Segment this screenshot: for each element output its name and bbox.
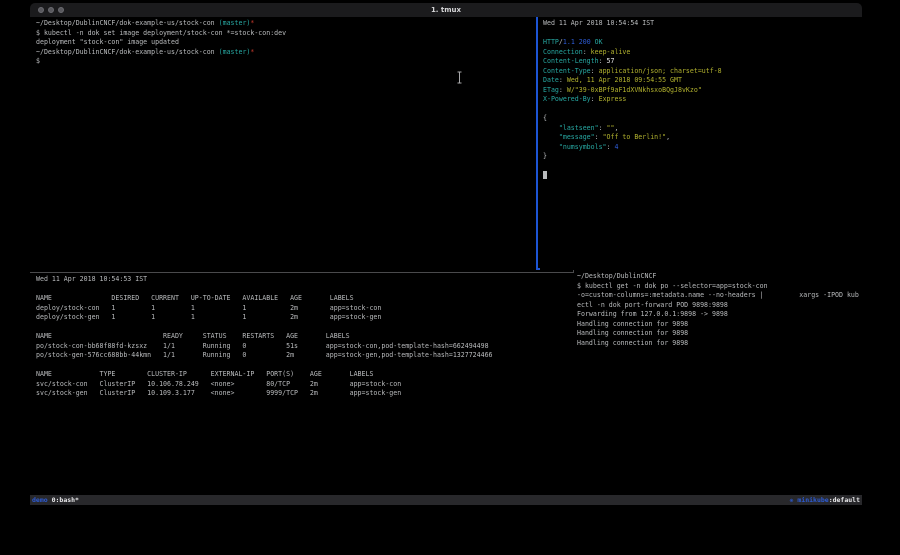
- terminal-line: po/stock-gen-576cc688bb-44kmn 1/1 Runnin…: [36, 351, 579, 361]
- terminal-line: deploy/stock-gen 1 1 1 1 2m app=stock-ge…: [36, 313, 579, 323]
- terminal-line: ~/Desktop/DublinCNCF/dok-example-us/stoc…: [36, 19, 542, 29]
- status-right: ❋ minikube:default: [790, 495, 862, 505]
- terminal-line: Wed 11 Apr 2018 10:54:54 IST: [543, 19, 865, 29]
- pane-port-forward[interactable]: ~/Desktop/DublinCNCF$ kubectl get -n dok…: [575, 270, 864, 497]
- terminal-line: [36, 323, 579, 333]
- pane-kubectl-get[interactable]: Wed 11 Apr 2018 10:54:53 IST NAME DESIRE…: [30, 273, 579, 497]
- terminal-line: Handling connection for 9898: [577, 339, 864, 349]
- terminal-window: 1. tmux ~/Desktop/DublinCNCF/dok-example…: [30, 3, 862, 505]
- terminal-line: Content-Length: 57: [543, 57, 865, 67]
- kube-namespace: :default: [829, 496, 860, 504]
- pane-border-active-vertical: [536, 17, 538, 270]
- terminal-line: ETag: W/"39-0xBPf9aF1dXVNkhsxoBQgJ8vKzo": [543, 86, 865, 96]
- terminal-line: svc/stock-con ClusterIP 10.106.78.249 <n…: [36, 380, 579, 390]
- terminal-line: [543, 29, 865, 39]
- terminal-line: [543, 162, 865, 172]
- terminal-line: [543, 171, 865, 181]
- kube-context: minikube: [797, 496, 828, 504]
- terminal-line: [543, 105, 865, 115]
- status-left: demo 0:bash*: [30, 495, 79, 505]
- desktop: 1. tmux ~/Desktop/DublinCNCF/dok-example…: [0, 0, 900, 555]
- terminal-line: -o=custom-columns=:metadata.name --no-he…: [577, 291, 864, 301]
- terminal-line: Content-Type: application/json; charset=…: [543, 67, 865, 77]
- terminal-line: ~/Desktop/DublinCNCF: [577, 272, 864, 282]
- terminal-line: ectl -n dok port-forward POD 9898:9898: [577, 301, 864, 311]
- terminal-line: Connection: keep-alive: [543, 48, 865, 58]
- terminal-line: svc/stock-gen ClusterIP 10.109.3.177 <no…: [36, 389, 579, 399]
- terminal-line: "numsymbols": 4: [543, 143, 865, 153]
- terminal-line: po/stock-con-bb68f88fd-kzsxz 1/1 Running…: [36, 342, 579, 352]
- terminal-line: [36, 285, 579, 295]
- terminal-line: {: [543, 114, 865, 124]
- terminal-line: deployment "stock-con" image updated: [36, 38, 542, 48]
- terminal-line: Date: Wed, 11 Apr 2018 09:54:55 GMT: [543, 76, 865, 86]
- window-title: 1. tmux: [30, 3, 862, 17]
- tmux-status-bar: demo 0:bash* ❋ minikube:default: [30, 495, 862, 505]
- terminal-line: ~/Desktop/DublinCNCF/dok-example-us/stoc…: [36, 48, 542, 58]
- block-cursor: [543, 171, 547, 179]
- terminal-line: Handling connection for 9898: [577, 320, 864, 330]
- terminal-line: HTTP/1.1 200 OK: [543, 38, 865, 48]
- terminal-line: deploy/stock-con 1 1 1 1 2m app=stock-co…: [36, 304, 579, 314]
- session-name: demo: [32, 496, 48, 504]
- terminal-line: Wed 11 Apr 2018 10:54:53 IST: [36, 275, 579, 285]
- terminal-line: NAME TYPE CLUSTER-IP EXTERNAL-IP PORT(S)…: [36, 370, 579, 380]
- terminal-line: X-Powered-By: Express: [543, 95, 865, 105]
- terminal-line: $: [36, 57, 542, 67]
- pane-deploy-shell[interactable]: ~/Desktop/DublinCNCF/dok-example-us/stoc…: [30, 17, 542, 274]
- terminal-line: "lastseen": "",: [543, 124, 865, 134]
- tmux-panes-area: ~/Desktop/DublinCNCF/dok-example-us/stoc…: [30, 17, 862, 495]
- ibeam-mouse-cursor: [456, 71, 463, 84]
- terminal-line: Forwarding from 127.0.0.1:9898 -> 9898: [577, 310, 864, 320]
- terminal-line: Handling connection for 9898: [577, 329, 864, 339]
- window-tab[interactable]: 0:bash*: [52, 496, 79, 504]
- pane-http-response[interactable]: Wed 11 Apr 2018 10:54:54 IST HTTP/1.1 20…: [540, 17, 865, 270]
- terminal-line: NAME DESIRED CURRENT UP-TO-DATE AVAILABL…: [36, 294, 579, 304]
- terminal-line: "message": "Off to Berlin!",: [543, 133, 865, 143]
- terminal-line: }: [543, 152, 865, 162]
- window-titlebar[interactable]: 1. tmux: [30, 3, 862, 17]
- terminal-line: NAME READY STATUS RESTARTS AGE LABELS: [36, 332, 579, 342]
- terminal-line: $ kubectl -n dok set image deployment/st…: [36, 29, 542, 39]
- terminal-line: [36, 361, 579, 371]
- terminal-line: $ kubectl get -n dok po --selector=app=s…: [577, 282, 864, 292]
